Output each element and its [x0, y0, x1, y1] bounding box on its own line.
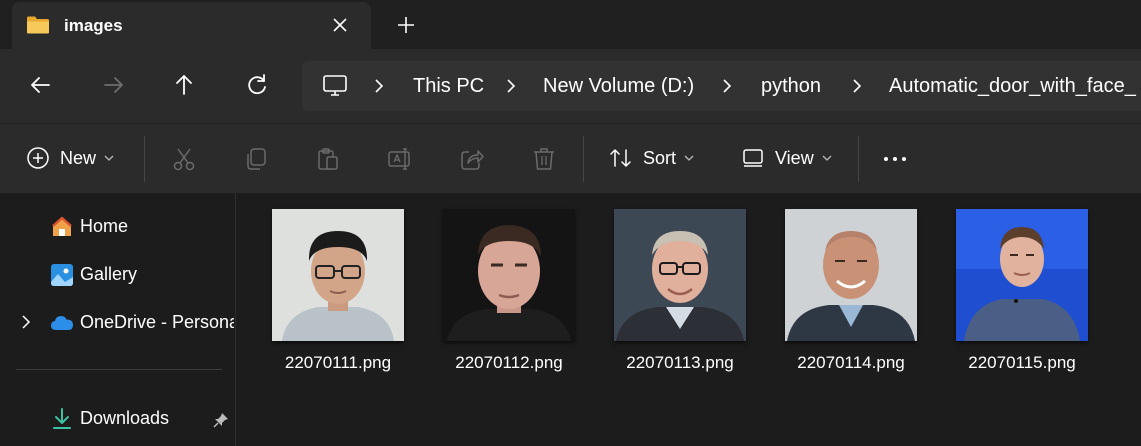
close-icon[interactable]	[328, 13, 352, 37]
chevron-down-icon	[684, 155, 694, 161]
file-item[interactable]: 22070114.png	[773, 209, 933, 379]
file-item[interactable]: 22070112.png	[431, 209, 591, 379]
image-thumbnail[interactable]	[785, 209, 917, 341]
sidebar-label-downloads: Downloads	[80, 408, 170, 428]
file-item[interactable]: 22070115.png	[944, 209, 1104, 379]
toolbar-divider	[583, 136, 584, 182]
file-name: 22070114.png	[797, 353, 905, 372]
image-thumbnail[interactable]	[443, 209, 575, 341]
chevron-right-icon[interactable]	[372, 78, 386, 94]
file-item[interactable]: 22070113.png	[602, 209, 762, 379]
more-icon[interactable]	[882, 146, 908, 172]
cloud-icon	[51, 316, 73, 330]
copy-icon[interactable]	[243, 146, 269, 172]
toolbar-divider	[144, 136, 145, 182]
delete-icon[interactable]	[531, 146, 557, 172]
download-icon	[53, 408, 71, 429]
navigation-bar: This PC New Volume (D:) python Automatic…	[0, 49, 1141, 123]
image-thumbnail[interactable]	[956, 209, 1088, 341]
view-button[interactable]: View	[741, 146, 832, 170]
chevron-right-icon[interactable]	[720, 78, 734, 94]
sidebar-item-downloads[interactable]: Downloads	[0, 399, 236, 439]
chevron-down-icon	[104, 155, 114, 161]
title-bar: images	[0, 0, 1141, 49]
breadcrumb-python[interactable]: python	[761, 75, 821, 98]
cut-icon[interactable]	[171, 146, 197, 172]
image-thumbnail[interactable]	[272, 209, 404, 341]
sidebar-item-home[interactable]: Home	[0, 207, 236, 247]
sidebar-item-gallery[interactable]: Gallery	[0, 255, 236, 295]
address-bar[interactable]: This PC New Volume (D:) python Automatic…	[302, 61, 1141, 111]
toolbar-divider	[858, 136, 859, 182]
view-icon	[743, 149, 763, 167]
refresh-icon[interactable]	[243, 71, 271, 99]
plus-icon[interactable]	[393, 12, 419, 38]
folder-icon	[27, 16, 49, 34]
file-name: 22070111.png	[284, 353, 392, 372]
breadcrumb-new-volume[interactable]: New Volume (D:)	[543, 75, 694, 98]
chevron-right-icon[interactable]	[504, 78, 518, 94]
share-icon[interactable]	[459, 146, 485, 172]
paste-icon[interactable]	[315, 146, 341, 172]
portrait-image	[443, 209, 575, 341]
arrow-left-icon[interactable]	[27, 71, 55, 99]
sidebar-label-home: Home	[80, 216, 129, 236]
portrait-image	[614, 209, 746, 341]
breadcrumb-project-folder[interactable]: Automatic_door_with_face_	[889, 75, 1136, 98]
sidebar-label-onedrive: OneDrive - Persona	[80, 312, 234, 332]
content-area: Home Gallery OneDrive - Persona Download…	[0, 193, 1141, 446]
command-bar: New Sort View	[0, 123, 1141, 193]
file-name: 22070112.png	[455, 353, 563, 372]
portrait-image	[272, 209, 404, 341]
sort-icon	[610, 149, 631, 167]
arrow-right-icon[interactable]	[99, 71, 127, 99]
chevron-down-icon	[822, 155, 832, 161]
plus-circle-icon	[27, 147, 49, 169]
rename-icon[interactable]	[387, 146, 413, 172]
breadcrumb-this-pc[interactable]: This PC	[413, 75, 484, 98]
arrow-up-icon[interactable]	[170, 71, 198, 99]
image-thumbnail[interactable]	[614, 209, 746, 341]
tab-title: images	[64, 16, 123, 35]
file-item[interactable]: 22070111.png	[260, 209, 420, 379]
sort-label: Sort	[643, 147, 677, 168]
gallery-icon	[51, 264, 73, 286]
portrait-image	[785, 209, 917, 341]
pin-icon[interactable]	[212, 411, 230, 429]
sidebar-divider	[16, 369, 222, 370]
file-name: 22070115.png	[968, 353, 1076, 372]
view-label: View	[775, 147, 814, 168]
navigation-pane: Home Gallery OneDrive - Persona Download…	[0, 193, 236, 446]
chevron-right-icon[interactable]	[850, 78, 864, 94]
new-label: New	[60, 147, 97, 168]
sidebar-item-onedrive[interactable]: OneDrive - Persona	[0, 303, 236, 343]
sidebar-label-gallery: Gallery	[80, 264, 138, 284]
tab-images[interactable]: images	[12, 2, 371, 49]
new-button[interactable]: New	[26, 146, 114, 170]
home-icon	[52, 216, 72, 236]
portrait-image	[956, 209, 1088, 341]
chevron-right-icon[interactable]	[20, 315, 32, 329]
sort-button[interactable]: Sort	[609, 146, 694, 170]
monitor-icon[interactable]	[322, 74, 348, 98]
file-name: 22070113.png	[626, 353, 734, 372]
